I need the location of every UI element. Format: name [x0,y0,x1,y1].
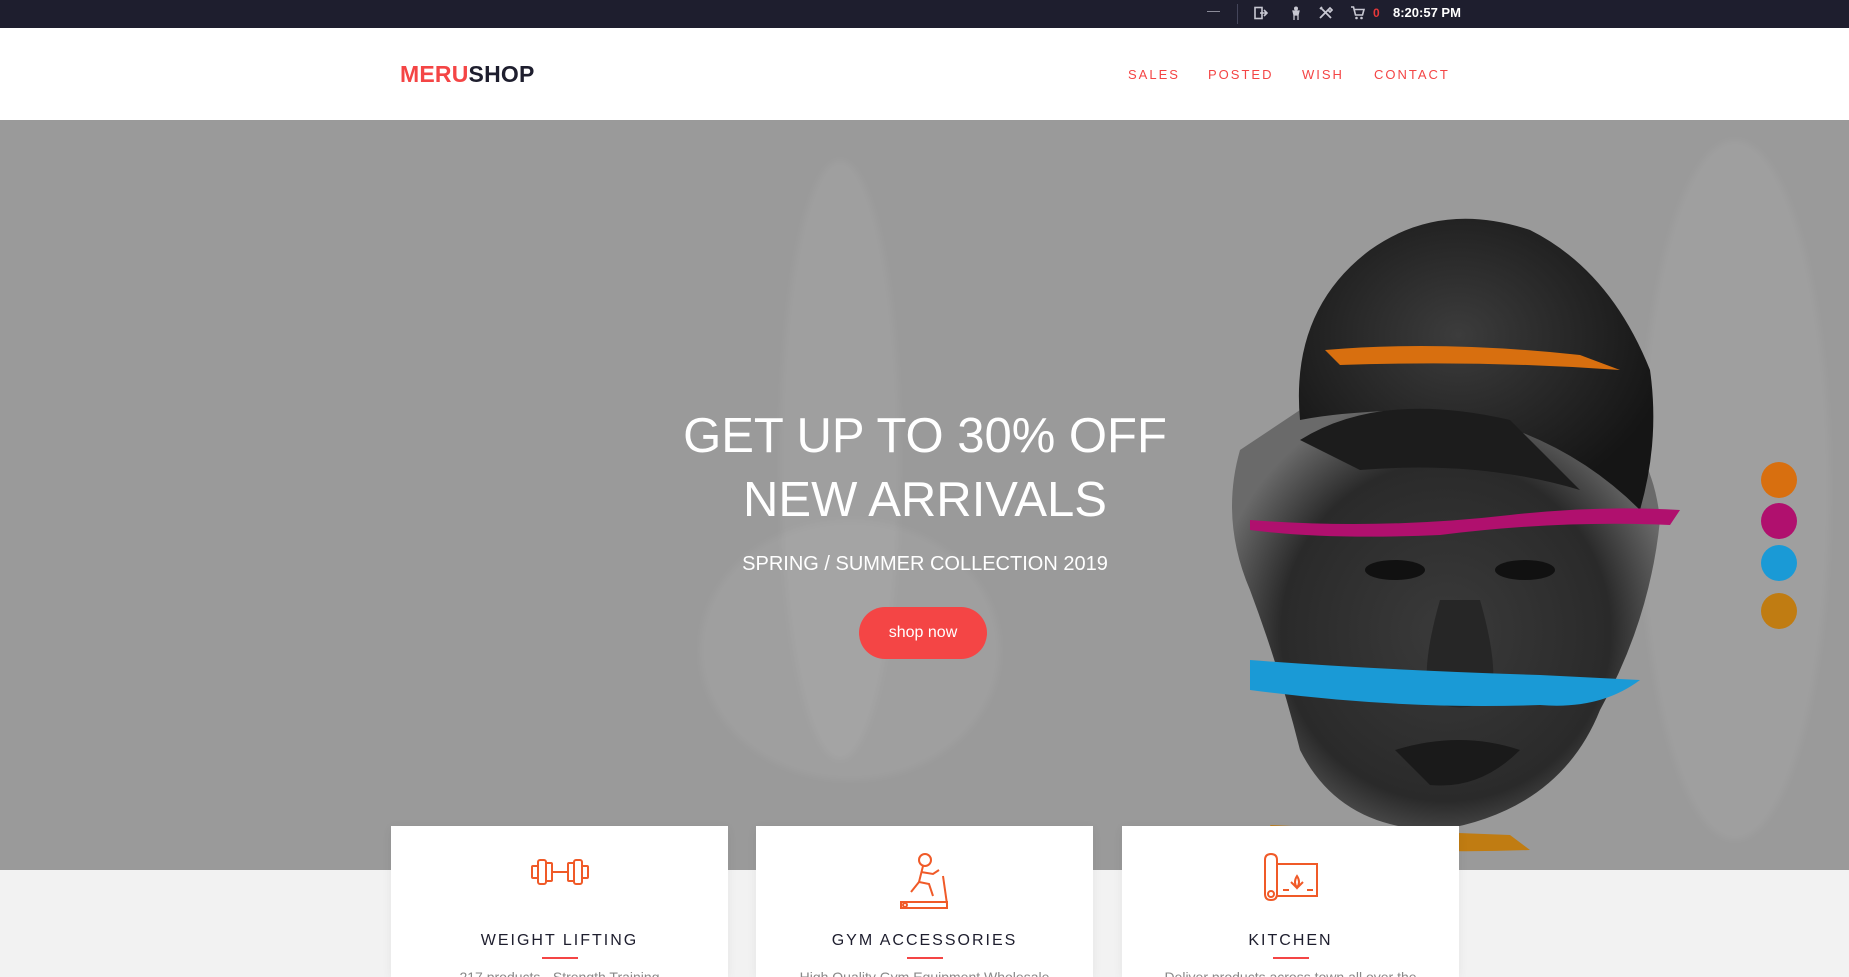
hero-banner: GET UP TO 30% OFF NEW ARRIVALS SPRING / … [0,120,1849,870]
card-underline [1272,957,1309,959]
card-underline [906,957,943,959]
card-title: WEIGHT LIFTING [480,932,639,949]
user-icon[interactable] [1290,5,1302,21]
site-header: MERUSHOP SALES POSTED WISH CONTACT [0,28,1849,120]
nav-posted[interactable]: POSTED [1208,67,1273,82]
cart-icon[interactable] [1350,5,1365,21]
card-title: KITCHEN [1248,932,1333,949]
card-underline [541,957,578,959]
top-utility-bar: — 0 8:20:57 PM [0,0,1849,28]
color-swatch-blue[interactable] [1761,545,1797,581]
hero-portrait-image [1232,218,1680,852]
hero-title-line2: NEW ARRIVALS [743,473,1107,527]
cart-count-badge: 0 [1373,6,1380,20]
nav-wish[interactable]: WISH [1302,67,1344,82]
category-card-gym-accessories[interactable]: GYM ACCESSORIES High Quality Gym Equipme… [756,826,1093,977]
minimize-button[interactable]: — [1207,3,1220,18]
hero-subtitle: SPRING / SUMMER COLLECTION 2019 [742,553,1108,575]
color-swatch-magenta[interactable] [1761,503,1797,539]
card-description: 217 products · Strength Training [459,969,660,977]
clock-readout: 8:20:57 PM [1393,5,1461,20]
site-logo[interactable]: MERUSHOP [400,61,535,88]
category-card-weight-lifting[interactable]: WEIGHT LIFTING 217 products · Strength T… [391,826,728,977]
nav-contact[interactable]: CONTACT [1374,67,1450,82]
card-description: High Quality Gym Equipment Wholesale [799,969,1050,977]
color-swatch-orange[interactable] [1761,462,1797,498]
logo-part-shop: SHOP [468,61,535,87]
dumbbell-icon [530,852,590,897]
logout-icon[interactable] [1254,5,1268,21]
card-title: GYM ACCESSORIES [831,932,1018,949]
logo-part-meru: MERU [400,61,469,87]
hero-title: GET UP TO 30% OFF NEW ARRIVALS [600,404,1250,532]
category-card-kitchen[interactable]: KITCHEN Deliver products across town all… [1122,826,1459,977]
color-swatch-gold[interactable] [1761,593,1797,629]
hero-title-line1: GET UP TO 30% OFF [683,409,1167,463]
divider [1237,4,1238,24]
tools-icon[interactable] [1318,5,1333,21]
nav-sales[interactable]: SALES [1128,67,1180,82]
card-description: Deliver products across town all over th… [1164,969,1417,977]
shop-now-button[interactable]: shop now [859,607,987,659]
yoga-mat-icon [1261,852,1321,907]
treadmill-icon [897,852,953,917]
